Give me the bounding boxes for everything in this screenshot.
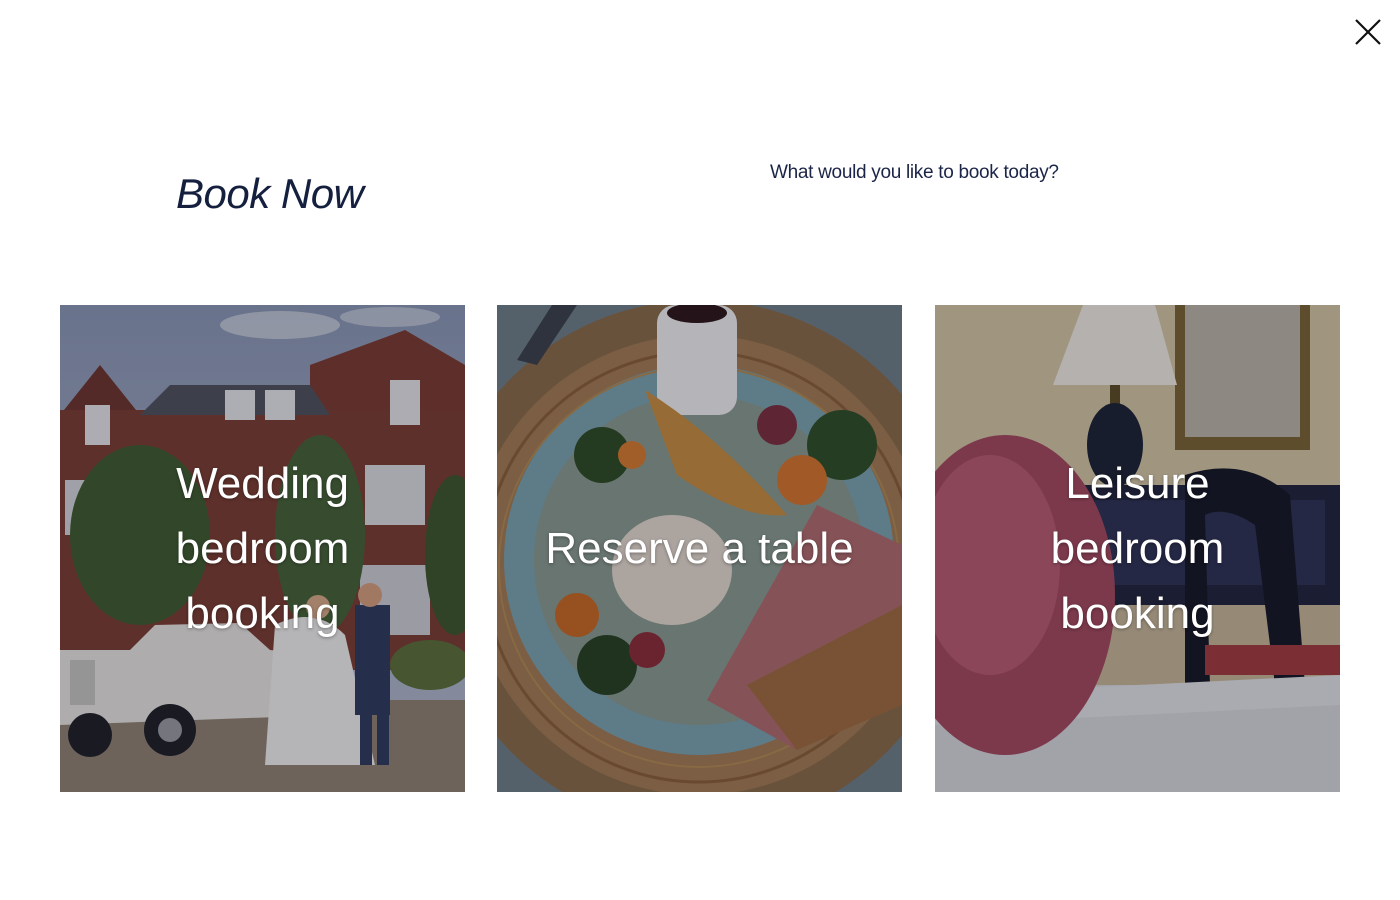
page-title: Book Now (176, 170, 364, 217)
leisure-booking-card[interactable]: Leisure bedroom booking (935, 305, 1340, 792)
reserve-table-card[interactable]: Reserve a table (497, 305, 902, 792)
booking-options: Wedding bedroom booking Reserve a table … (60, 305, 1340, 792)
leisure-booking-label: Leisure bedroom booking (1050, 459, 1225, 638)
wedding-booking-label: Wedding bedroom booking (175, 459, 350, 638)
wedding-booking-card[interactable]: Wedding bedroom booking (60, 305, 465, 792)
reserve-table-label: Reserve a table (545, 524, 854, 573)
close-icon (1355, 19, 1381, 45)
close-button[interactable] (1350, 14, 1386, 50)
modal-subtitle: What would you like to book today? (770, 162, 1059, 183)
booking-modal: Book Now What would you like to book tod… (0, 0, 1400, 900)
